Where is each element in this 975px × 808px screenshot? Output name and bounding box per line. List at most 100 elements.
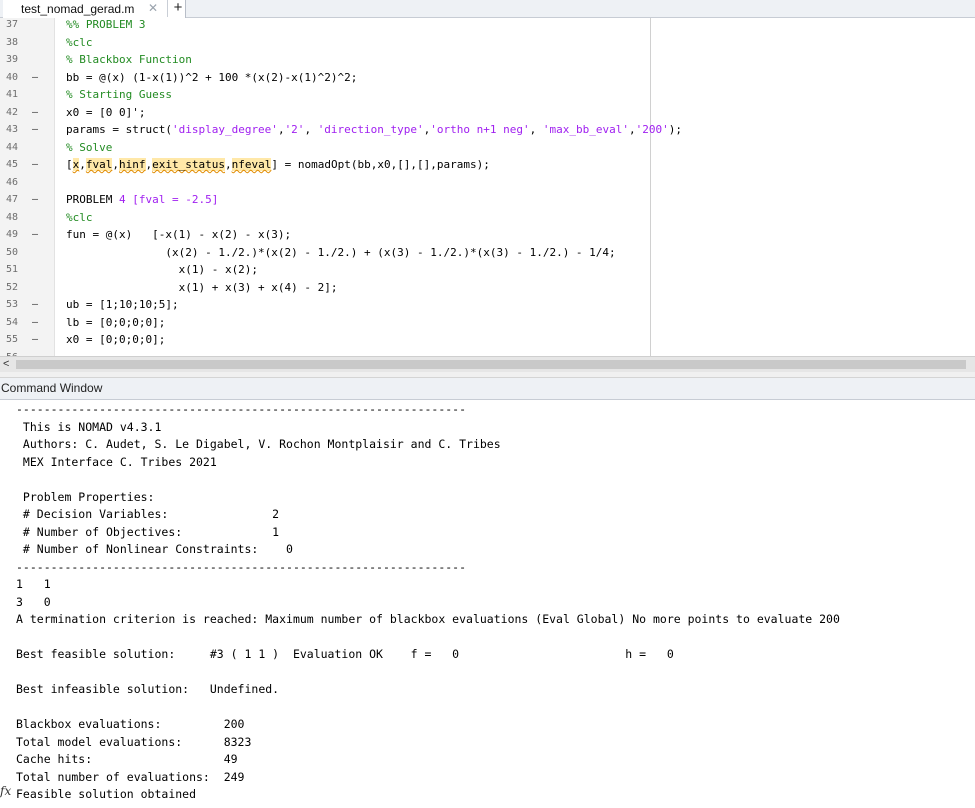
- code-text[interactable]: x0 = [0 0]';: [66, 104, 145, 122]
- code-line[interactable]: 54 – lb = [0;0;0;0];: [0, 314, 975, 332]
- code-line[interactable]: 41 % Starting Guess: [0, 86, 975, 104]
- code-text[interactable]: x(1) + x(3) + x(4) - 2];: [66, 279, 338, 297]
- output-line: # Decision Variables: 2: [16, 507, 280, 521]
- code-token: ,: [628, 123, 636, 136]
- code-line[interactable]: 53 – ub = [1;10;10;5];: [0, 296, 975, 314]
- add-tab-button[interactable]: +: [167, 0, 188, 17]
- code-line[interactable]: 49 – fun = @(x) [-x(1) - x(2) - x(3);: [0, 226, 975, 244]
- code-line[interactable]: 38 %clc: [0, 34, 975, 52]
- code-line[interactable]: 51 x(1) - x(2);: [0, 261, 975, 279]
- code-text[interactable]: fun = @(x) [-x(1) - x(2) - x(3);: [66, 226, 291, 244]
- code-text[interactable]: % Starting Guess: [66, 86, 172, 104]
- code-text[interactable]: params = struct('display_degree','2', 'd…: [66, 121, 682, 139]
- code-token: (x(2) - 1./2.)*(x(2) - 1./2.) + (x(3) - …: [66, 245, 616, 259]
- code-token: bb = @(x) (1-x(1))^2 + 100 *(x(2)-x(1)^2…: [66, 70, 358, 84]
- output-line: # Number of Nonlinear Constraints: 0: [16, 542, 293, 556]
- code-line[interactable]: 50 (x(2) - 1./2.)*(x(2) - 1./2.) + (x(3)…: [0, 244, 975, 262]
- function-browser-icon[interactable]: fx: [0, 783, 11, 801]
- code-token: '200': [635, 123, 669, 136]
- code-token: % Blackbox Function: [66, 53, 192, 66]
- code-token: ,: [224, 158, 232, 171]
- output-line: Blackbox evaluations: 200: [16, 717, 245, 731]
- code-token: 'direction_type': [317, 123, 424, 136]
- code-token: 'ortho n+1 neg': [430, 123, 530, 136]
- code-editor[interactable]: 37 %% PROBLEM 3 38 %clc 39 % Blackbox Functio…: [0, 18, 975, 356]
- code-token: exit_status: [152, 158, 225, 171]
- code-line[interactable]: 40 – bb = @(x) (1-x(1))^2 + 100 *(x(2)-x(1…: [0, 69, 975, 87]
- line-number: 51: [6, 264, 19, 275]
- code-text[interactable]: ub = [1;10;10;5];: [66, 296, 179, 314]
- line-number: 40: [6, 71, 19, 83]
- code-line[interactable]: 39 % Blackbox Function: [0, 51, 975, 69]
- code-text[interactable]: (x(2) - 1./2.)*(x(2) - 1./2.) + (x(3) - …: [66, 244, 616, 262]
- code-token: %clc: [66, 35, 93, 49]
- breakpoint-marker[interactable]: –: [32, 156, 38, 174]
- file-tab-title[interactable]: test_nomad_gerad.m: [21, 1, 134, 17]
- code-line[interactable]: 56: [0, 349, 975, 357]
- scroll-left-icon[interactable]: <: [3, 357, 9, 372]
- output-line: MEX Interface C. Tribes 2021: [16, 454, 217, 469]
- code-token: [: [66, 158, 73, 171]
- code-line[interactable]: 47 – PROBLEM 4 [fval = -2.5]: [0, 191, 975, 209]
- file-tab[interactable]: test_nomad_gerad.m ✕ +: [3, 0, 186, 18]
- code-line[interactable]: 46: [0, 174, 975, 192]
- output-line: This is NOMAD v4.3.1: [16, 419, 162, 434]
- breakpoint-marker[interactable]: –: [32, 104, 38, 122]
- code-token: nfeval: [231, 158, 272, 171]
- code-token: %clc: [66, 210, 93, 224]
- line-number: 39: [6, 54, 19, 65]
- code-text[interactable]: PROBLEM 4 [fval = -2.5]: [66, 191, 218, 209]
- code-line[interactable]: 52 x(1) + x(3) + x(4) - 2];: [0, 279, 975, 297]
- output-line: Cache hits: 49: [16, 752, 238, 766]
- line-number: 55: [6, 334, 19, 345]
- breakpoint-marker[interactable]: –: [32, 296, 38, 314]
- code-token: ,: [79, 158, 86, 171]
- close-tab-icon[interactable]: ✕: [148, 0, 158, 16]
- code-text[interactable]: %% PROBLEM 3: [66, 18, 145, 34]
- line-number: 43: [6, 124, 19, 135]
- code-text[interactable]: % Solve: [66, 139, 112, 157]
- code-text[interactable]: x0 = [0;0;0;0];: [66, 331, 165, 349]
- code-line[interactable]: 43 – params = struct('display_degree','2',…: [0, 121, 975, 139]
- scrollbar-thumb[interactable]: [16, 360, 966, 369]
- line-number: 53: [6, 299, 19, 310]
- code-line[interactable]: 37 %% PROBLEM 3: [0, 18, 975, 34]
- breakpoint-marker[interactable]: –: [32, 314, 38, 332]
- code-text[interactable]: lb = [0;0;0;0];: [66, 314, 165, 332]
- output-line: Problem Properties:: [16, 489, 155, 504]
- code-token: %% PROBLEM 3: [66, 18, 146, 31]
- code-token: 'max_bb_eval': [542, 123, 629, 136]
- output-line: Total number of evaluations: 249: [16, 769, 245, 784]
- line-number: 46: [6, 176, 19, 188]
- line-number: 47: [6, 194, 19, 205]
- breakpoint-marker[interactable]: –: [32, 226, 38, 244]
- code-text[interactable]: % Blackbox Function: [66, 51, 192, 69]
- line-number: 48: [6, 211, 19, 223]
- breakpoint-marker[interactable]: –: [32, 191, 38, 209]
- code-line[interactable]: 42 – x0 = [0 0]';: [0, 104, 975, 122]
- code-text[interactable]: bb = @(x) (1-x(1))^2 + 100 *(x(2)-x(1)^2…: [66, 69, 357, 87]
- code-token: params = struct(: [66, 123, 172, 136]
- breakpoint-marker[interactable]: –: [32, 69, 38, 87]
- breakpoint-marker[interactable]: –: [32, 121, 38, 139]
- code-line[interactable]: 44 % Solve: [0, 139, 975, 157]
- code-line[interactable]: 48 %clc: [0, 209, 975, 227]
- code-token: x0 = [0 0]';: [66, 105, 146, 119]
- horizontal-scrollbar[interactable]: <: [0, 356, 975, 372]
- code-token: ,: [304, 123, 318, 136]
- code-token: fval: [85, 158, 113, 171]
- line-number: 45: [6, 159, 19, 170]
- code-text[interactable]: %clc: [66, 209, 93, 227]
- code-token: ,: [112, 158, 119, 171]
- code-line[interactable]: 55 – x0 = [0;0;0;0];: [0, 331, 975, 349]
- code-line[interactable]: 45 – [x,fval,hinf,exit_status,nfeval] = no…: [0, 156, 975, 174]
- code-text[interactable]: %clc: [66, 34, 93, 52]
- code-text[interactable]: [x,fval,hinf,exit_status,nfeval] = nomad…: [66, 156, 490, 174]
- code-token: % Starting Guess: [66, 88, 172, 101]
- command-window-header: Command Window: [0, 378, 975, 400]
- code-text[interactable]: x(1) - x(2);: [66, 261, 258, 279]
- breakpoint-marker[interactable]: –: [32, 331, 38, 349]
- code-token: '2': [284, 123, 305, 136]
- code-token: x(1) - x(2);: [66, 263, 259, 276]
- command-window-output[interactable]: ----------------------------------------…: [0, 400, 975, 808]
